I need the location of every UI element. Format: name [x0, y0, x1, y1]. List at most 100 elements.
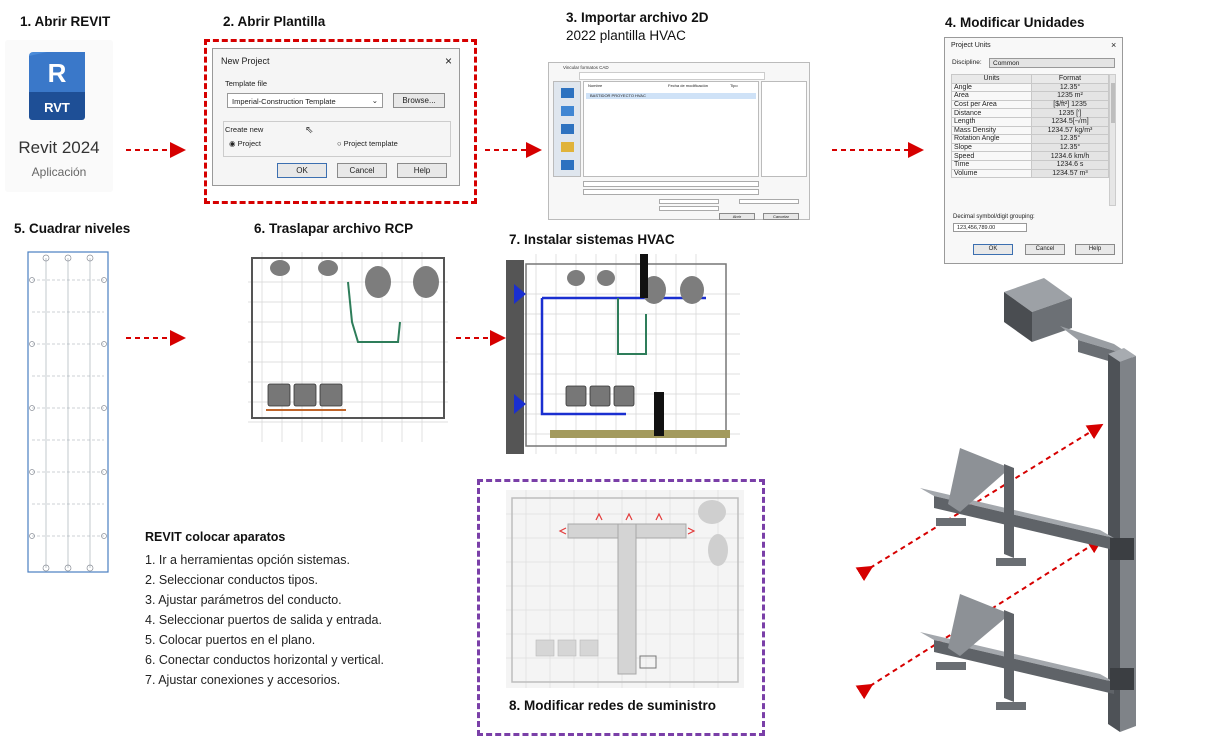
import-dialog-title: Vincular formatos CAD	[563, 65, 609, 70]
places-icon-4[interactable]	[561, 142, 574, 152]
col-date-header: Fecha de modificación	[668, 83, 709, 88]
format-col-header: Format	[1031, 74, 1109, 84]
cancel-button[interactable]: Cancel	[337, 163, 387, 178]
unit-name: Area	[951, 91, 1032, 101]
template-file-select[interactable]: Imperial-Construction Template ⌄	[227, 93, 383, 108]
unit-name: Slope	[951, 142, 1032, 153]
import-toolbar	[579, 72, 765, 80]
filename-input[interactable]	[583, 181, 759, 187]
instruction-item: 2. Seleccionar conductos tipos.	[145, 573, 319, 587]
file-row-name: BASTIDOR PROYECTO HVAC	[590, 93, 646, 98]
units-ok-button[interactable]: OK	[973, 244, 1013, 255]
unit-format-button[interactable]: 1234.57 m³	[1031, 168, 1109, 179]
places-icon-1[interactable]	[561, 88, 574, 98]
unit-name: Time	[951, 159, 1032, 170]
cancel-import-button[interactable]: Cancelar	[763, 213, 799, 220]
units-scrollbar[interactable]	[1109, 74, 1116, 206]
unit-name: Angle	[951, 82, 1032, 93]
unit-name: Rotation Angle	[951, 134, 1032, 144]
unit-format-button[interactable]: 1234.5[-√m]	[1031, 116, 1109, 127]
unit-format-button[interactable]: 12.35°	[1031, 134, 1109, 144]
decimal-select[interactable]: 123,456,789.00	[953, 223, 1027, 232]
levels-grid-drawing	[27, 251, 109, 573]
units-row[interactable]: Volume 1234.57 m³	[951, 168, 1109, 179]
unit-format-button[interactable]: 12.35°	[1031, 142, 1109, 153]
units-row[interactable]: Length 1234.5[-√m]	[951, 116, 1109, 127]
filetype-input[interactable]	[583, 189, 759, 195]
units-row[interactable]: Mass Density 1234.57 kg/m³	[951, 125, 1109, 136]
unit-format-button[interactable]: 1234.6 km/h	[1031, 151, 1109, 161]
unit-name: Distance	[951, 108, 1032, 118]
ok-button[interactable]: OK	[277, 163, 327, 178]
radio-unchecked-icon: ○	[337, 139, 342, 148]
project-radio-label: Project	[237, 139, 261, 148]
units-row[interactable]: Slope 12.35°	[951, 142, 1109, 153]
units-col-header: Units	[951, 74, 1032, 84]
project-radio[interactable]: ◉ Project	[229, 139, 261, 148]
file-list: Nombre Fecha de modificación Tipo BASTID…	[583, 81, 759, 177]
close-icon[interactable]: ×	[445, 54, 452, 68]
create-new-label: Create new	[225, 125, 264, 134]
instruction-item: 6. Conectar conductos horizontal y verti…	[145, 653, 385, 667]
steel-support-3d	[920, 278, 1136, 732]
instructions-list: 1. Ir a herramientas opción sistemas. 2.…	[145, 550, 384, 690]
close-icon[interactable]: ×	[1111, 40, 1116, 50]
browse-button[interactable]: Browse...	[393, 93, 445, 108]
unit-name: Mass Density	[951, 125, 1032, 136]
places-icon-2[interactable]	[561, 106, 574, 116]
decimal-label: Decimal symbol/digit grouping:	[953, 214, 1035, 220]
lower-arm	[920, 594, 1114, 710]
radio-checked-icon: ◉	[229, 139, 236, 148]
units-row[interactable]: Cost per Area [$/ft²] 1235	[951, 99, 1109, 110]
unit-name: Volume	[951, 168, 1032, 179]
upper-arm	[920, 448, 1114, 566]
units-row[interactable]: Distance 1235 [']	[951, 108, 1109, 118]
unit-format-button[interactable]: 12.35°	[1031, 82, 1109, 93]
file-row[interactable]: BASTIDOR PROYECTO HVAC	[586, 93, 756, 99]
project-template-radio[interactable]: ○ Project template	[337, 139, 398, 148]
discipline-value: Common	[993, 60, 1020, 67]
instruction-item: 5. Colocar puertos en el plano.	[145, 633, 316, 647]
places-icon-5[interactable]	[561, 160, 574, 170]
decimal-value: 123,456,789.00	[957, 225, 996, 231]
hvac-systems-drawing	[506, 254, 740, 454]
units-table: Units Format Angle 12.35° Area 1235 m² Cost …	[951, 74, 1109, 179]
equipment-box	[1004, 278, 1072, 342]
instruction-item: 7. Ajustar conexiones y accesorios.	[145, 673, 341, 687]
units-row[interactable]: Speed 1234.6 km/h	[951, 151, 1109, 161]
instructions-title: REVIT colocar aparatos	[145, 530, 286, 544]
unit-name: Length	[951, 116, 1032, 127]
col-name-header: Nombre	[588, 83, 603, 88]
unit-format-button[interactable]: 1234.6 s	[1031, 159, 1109, 170]
chevron-down-icon: ⌄	[371, 96, 378, 105]
places-icon-3[interactable]	[561, 124, 574, 134]
import-cad-dialog: Vincular formatos CAD Nombre Fecha de mo…	[548, 62, 810, 220]
template-file-label: Template file	[225, 79, 268, 88]
unit-format-button[interactable]: 1235 [']	[1031, 108, 1109, 118]
unit-name: Speed	[951, 151, 1032, 161]
unit-format-button[interactable]: [$/ft²] 1235	[1031, 99, 1109, 110]
options-row-1[interactable]	[659, 199, 719, 204]
new-project-title: New Project	[221, 56, 270, 66]
units-cancel-button[interactable]: Cancel	[1025, 244, 1065, 255]
discipline-select[interactable]: Common	[989, 58, 1115, 68]
unit-format-button[interactable]: 1235 m²	[1031, 91, 1109, 101]
col-type-header: Tipo	[730, 83, 738, 88]
instruction-item: 3. Ajustar parámetros del conducto.	[145, 593, 342, 607]
options-row-2[interactable]	[739, 199, 799, 204]
scrollbar-thumb[interactable]	[1111, 83, 1115, 123]
units-help-button[interactable]: Help	[1075, 244, 1115, 255]
units-row[interactable]: Area 1235 m²	[951, 91, 1109, 101]
open-button[interactable]: Abrir	[719, 213, 755, 220]
units-row[interactable]: Rotation Angle 12.35°	[951, 134, 1109, 144]
unit-name: Cost per Area	[951, 99, 1032, 110]
project-template-radio-label: Project template	[343, 139, 398, 148]
unit-format-button[interactable]: 1234.57 kg/m³	[1031, 125, 1109, 136]
rcp-overlay-drawing	[248, 252, 448, 442]
instruction-item: 4. Seleccionar puertos de salida y entra…	[145, 613, 382, 627]
options-row-3[interactable]	[659, 206, 719, 211]
supply-network-drawing	[506, 490, 744, 688]
units-row[interactable]: Angle 12.35°	[951, 82, 1109, 93]
units-row[interactable]: Time 1234.6 s	[951, 159, 1109, 170]
help-button[interactable]: Help	[397, 163, 447, 178]
